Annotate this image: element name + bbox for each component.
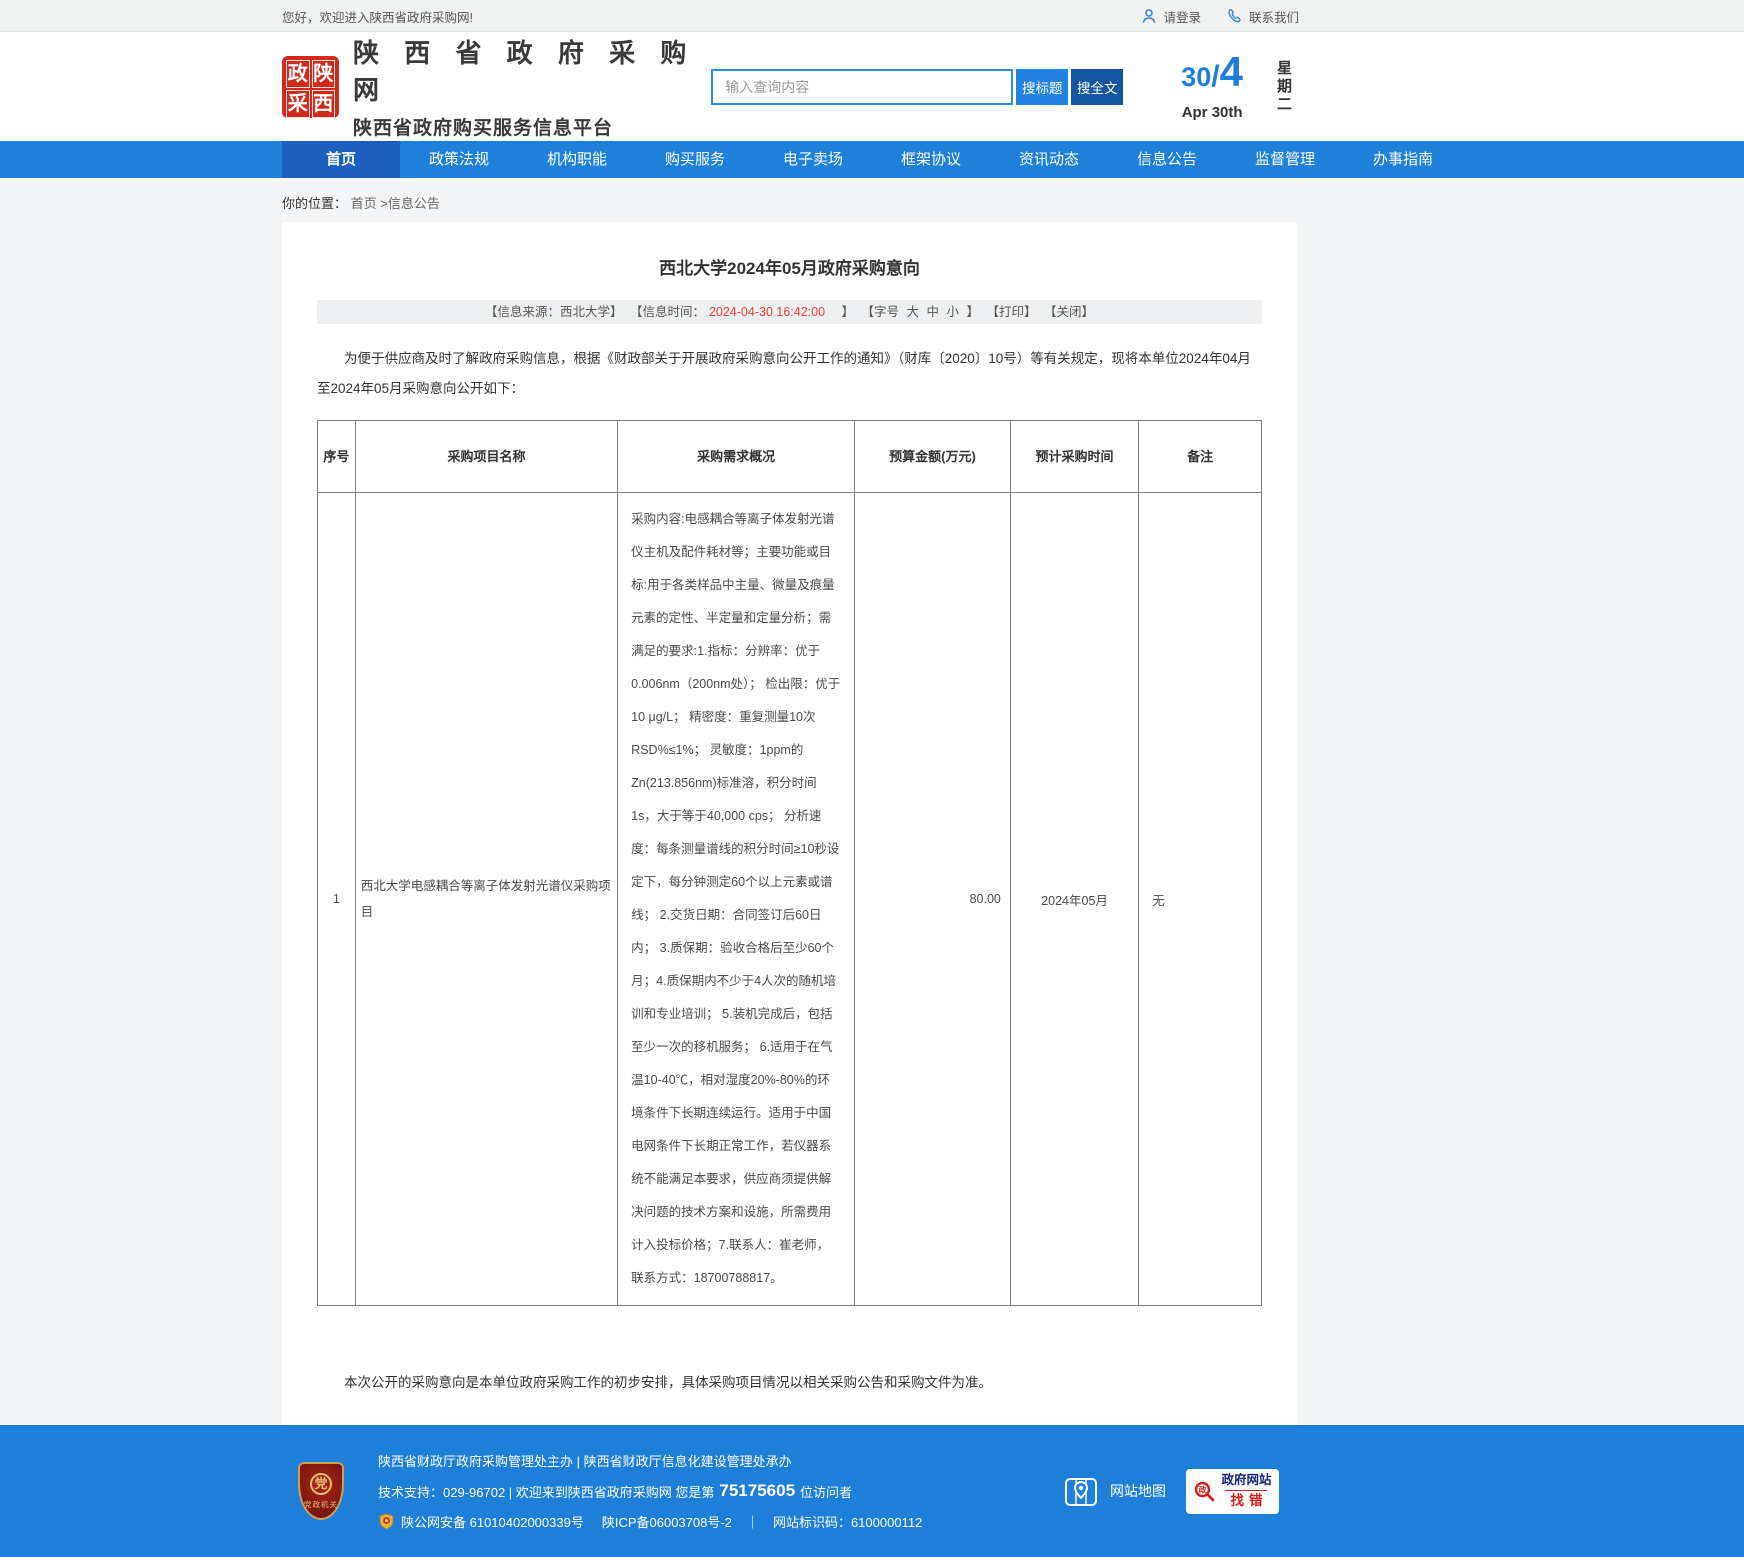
sitemap-icon [1064,1474,1098,1508]
article-meta-bar: 【信息来源：西北大学】 【信息时间：2024-04-30 16:42:00 】 … [317,300,1262,324]
err-badge-title: 政府网站 [1221,1473,1271,1488]
cell-index: 1 [318,493,356,1306]
logo-char: 西 [312,90,336,118]
err-badge-subtitle: 找错 [1225,1490,1267,1509]
fontsize-medium-button[interactable]: 中 [927,305,940,319]
site-footer: 党 党政机关 陕西省财政厅政府采购管理处主办 | 陕西省财政厅信息化建设管理处承… [0,1425,1744,1557]
closing-paragraph: 本次公开的采购意向是本单位政府采购工作的初步安排，具体采购项目情况以相关采购公告… [317,1368,1262,1398]
nav-item-policies[interactable]: 政策法规 [400,141,518,178]
procurement-table: 序号 采购项目名称 采购需求概况 预算金额(万元) 预计采购时间 备注 1 西北… [317,420,1262,1306]
breadcrumb-separator: > [377,196,388,211]
site-subtitle: 陕西省政府购买服务信息平台 [353,113,711,140]
nav-item-functions[interactable]: 机构职能 [518,141,636,178]
search-fulltext-button[interactable]: 搜全文 [1071,69,1123,105]
cell-demand: 采购内容:电感耦合等离子体发射光谱仪主机及配件耗材等；主要功能或目标:用于各类样… [618,493,855,1306]
date-slash: / [1211,60,1219,93]
meta-time-label: 【信息时间： [630,305,705,319]
logo-char: 陕 [312,60,336,88]
main-nav: 首页 政策法规 机构职能 购买服务 电子卖场 框架协议 资讯动态 信息公告 监督… [0,141,1744,178]
weekday-label: 星 期 二 [1277,60,1292,114]
article-card: 西北大学2024年05月政府采购意向 【信息来源：西北大学】 【信息时间： 202… [282,222,1297,1526]
logo-char: 政 [286,60,310,88]
svg-text:政: 政 [1199,1485,1207,1495]
breadcrumb: 你的位置： 首页 >信息公告 [282,193,1462,212]
search-input[interactable] [711,69,1013,105]
date-month: 4 [1220,48,1243,95]
date-english: Apr 30th [1181,104,1243,121]
breadcrumb-current-link[interactable]: 信息公告 [388,196,440,211]
topbar: 您好，欢迎进入陕西省政府采购网! 请登录 联系我们 [0,0,1744,32]
sitemap-label: 网站地图 [1110,1481,1166,1501]
col-header-project-name: 采购项目名称 [355,421,617,493]
search-title-button[interactable]: 搜标题 [1016,69,1068,105]
logo-char: 采 [286,90,310,118]
col-header-budget: 预算金额(万元) [855,421,1011,493]
beian-icp-link[interactable]: 陕ICP备06003708号-2 [602,1512,732,1531]
date-day: 30 [1181,62,1211,92]
footer-beian-line: 陕公网安备 61010402000339号 陕ICP备06003708号-2 ｜… [378,1512,922,1531]
nav-item-framework[interactable]: 框架协议 [872,141,990,178]
cell-time: 2024年05月 [1010,493,1138,1306]
visitor-count: 75175605 [719,1481,795,1501]
nav-item-purchase-services[interactable]: 购买服务 [636,141,754,178]
breadcrumb-home-link[interactable]: 首页 [351,196,377,211]
print-button[interactable]: 【打印】 [987,305,1037,319]
col-header-time: 预计采购时间 [1010,421,1138,493]
col-header-demand: 采购需求概况 [618,421,855,493]
fontsize-large-button[interactable]: 大 [907,305,920,319]
date-widget: 30/4 Apr 30th [1181,52,1243,121]
site-brand: 陕 西 省 政 府 采 购 网 陕西省政府购买服务信息平台 [353,33,711,140]
close-button[interactable]: 【关闭】 [1044,305,1094,319]
nav-item-announcements[interactable]: 信息公告 [1108,141,1226,178]
nav-item-emall[interactable]: 电子卖场 [754,141,872,178]
site-title: 陕 西 省 政 府 采 购 网 [353,33,711,107]
contact-link[interactable]: 联系我们 [1227,7,1299,26]
police-badge-icon [378,1513,395,1530]
sitemap-link[interactable]: 网站地图 [1064,1474,1166,1508]
nav-item-supervision[interactable]: 监督管理 [1226,141,1344,178]
nav-item-news[interactable]: 资讯动态 [990,141,1108,178]
search-box: 搜标题 搜全文 [711,69,1123,105]
welcome-text: 您好，欢迎进入陕西省政府采购网! [282,7,473,26]
col-header-index: 序号 [318,421,356,493]
meta-source: 【信息来源：西北大学】 [485,305,623,319]
nav-item-home[interactable]: 首页 [282,141,400,178]
beian-gongan-link[interactable]: 陕公网安备 61010402000339号 [401,1512,584,1531]
gov-site-error-report-badge[interactable]: 政 政府网站 找错 [1186,1469,1279,1514]
site-logo: 政 陕 采 西 [282,56,339,118]
gov-badge-label: 党政机关 [304,1499,338,1510]
breadcrumb-prefix: 你的位置： [282,196,347,211]
footer-organizer-line: 陕西省财政厅政府采购管理处主办 | 陕西省财政厅信息化建设管理处承办 [378,1451,922,1470]
intro-paragraph: 为便于供应商及时了解政府采购信息，根据《财政部关于开展政府采购意向公开工作的通知… [317,344,1262,404]
user-icon [1141,8,1157,24]
article-title: 西北大学2024年05月政府采购意向 [317,254,1262,279]
footer-support-line: 技术支持：029-96702 | 欢迎来到陕西省政府采购网 您是第 751756… [378,1481,922,1501]
nav-item-guide[interactable]: 办事指南 [1344,141,1462,178]
fontsize-small-button[interactable]: 小 [947,305,960,319]
gov-agency-badge-icon: 党 党政机关 [298,1462,344,1520]
magnifier-icon: 政 [1193,1480,1215,1502]
cell-project-name: 西北大学电感耦合等离子体发射光谱仪采购项目 [355,493,617,1306]
login-label: 请登录 [1163,7,1201,26]
login-link[interactable]: 请登录 [1141,7,1201,26]
col-header-note: 备注 [1139,421,1262,493]
meta-fontsize-label: 【字号 [862,305,900,319]
table-row: 1 西北大学电感耦合等离子体发射光谱仪采购项目 采购内容:电感耦合等离子体发射光… [318,493,1262,1306]
cell-note: 无 [1139,493,1262,1306]
contact-label: 联系我们 [1249,7,1299,26]
phone-icon [1227,8,1243,24]
site-header: 政 陕 采 西 陕 西 省 政 府 采 购 网 陕西省政府购买服务信息平台 搜标… [0,32,1744,141]
cell-budget: 80.00 [855,493,1011,1306]
site-code: 网站标识码：6100000112 [773,1512,922,1531]
meta-time-value: 2024-04-30 16:42:00 [709,305,825,319]
table-header-row: 序号 采购项目名称 采购需求概况 预算金额(万元) 预计采购时间 备注 [318,421,1262,493]
